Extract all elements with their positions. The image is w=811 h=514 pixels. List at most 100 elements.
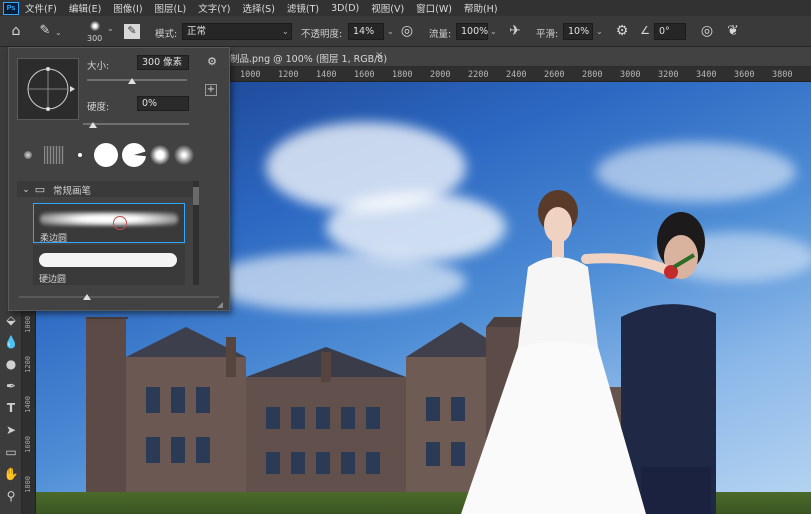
menu-edit[interactable]: 编辑(E)	[69, 1, 101, 15]
document-tab-bar: 制品.png @ 100% (图层 1, RGB/8) ×	[230, 47, 811, 67]
ruler-tick-label: 2600	[544, 70, 565, 80]
hard-stroke-preview	[39, 253, 177, 267]
brush-folder-general[interactable]: ⌄ ▭ 常规画笔	[17, 181, 193, 197]
airbrush-icon[interactable]: ✈	[507, 24, 523, 38]
cloud	[206, 252, 466, 312]
brush-preset-soft-round[interactable]: 柔边圆	[33, 203, 185, 244]
brush-preset-picker-button[interactable]	[86, 20, 104, 34]
brush-settings-panel-icon[interactable]: ✎	[124, 24, 140, 39]
angle-value: 0°	[659, 26, 670, 37]
size-slider-track[interactable]	[87, 79, 187, 81]
menu-type[interactable]: 文字(Y)	[198, 1, 230, 15]
blend-mode-select[interactable]: 正常	[182, 23, 292, 40]
brush-roundness-icon	[27, 67, 75, 111]
ruler-tick-label: 2200	[468, 70, 489, 80]
blend-mode-chevron-down-icon[interactable]: ⌄	[282, 27, 289, 36]
smoothing-input[interactable]: 10%	[563, 23, 593, 40]
preview-size-slider-track[interactable]	[19, 296, 219, 298]
menu-image[interactable]: 图像(I)	[113, 1, 142, 15]
ruler-tick-label: 1000	[240, 70, 261, 80]
menu-file[interactable]: 文件(F)	[25, 1, 57, 15]
ruler-tick-label: 3800	[772, 70, 793, 80]
ruler-tick-label: 1400	[24, 396, 32, 413]
folder-name: 常规画笔	[53, 186, 92, 197]
recent-brush-tip-3[interactable]	[69, 144, 91, 166]
flow-input[interactable]: 100%	[456, 23, 488, 40]
hardness-input[interactable]: 0%	[137, 96, 189, 111]
menu-view[interactable]: 视图(V)	[371, 1, 404, 15]
ruler-tick-label: 1600	[354, 70, 375, 80]
ruler-tick-label: 3200	[658, 70, 679, 80]
resize-grip-icon[interactable]: ◢	[215, 298, 225, 312]
pen-tool-icon[interactable]: ✒	[3, 378, 19, 394]
scrollbar-thumb[interactable]	[193, 187, 199, 205]
vertical-ruler: 1000 1200 1400 1600 1800	[22, 310, 36, 514]
size-slider-knob[interactable]	[128, 78, 136, 84]
rectangle-tool-icon[interactable]: ▭	[3, 444, 19, 460]
brush-preset-name: 硬边圆	[39, 275, 67, 285]
ruler-tick-label: 1000	[24, 316, 32, 333]
recent-brush-tip-6[interactable]	[149, 144, 171, 166]
brush-list-scrollbar[interactable]	[193, 181, 199, 285]
close-icon[interactable]: ×	[375, 50, 383, 61]
wedding-couple-photo-illustration	[461, 190, 716, 514]
brush-preset-picker-panel: 大小: 300 像素 ⚙ + 硬度: 0% ⌄ ▭ 常规画笔 柔边圆 硬边圆 ◢	[8, 47, 230, 311]
chevron-down-icon[interactable]: ⌄	[21, 183, 31, 197]
hand-tool-icon[interactable]: ✋	[3, 466, 19, 482]
gear-icon[interactable]: ⚙	[614, 24, 630, 38]
ruler-tick-label: 3400	[696, 70, 717, 80]
hardness-slider-track[interactable]	[83, 123, 189, 125]
hardness-slider-knob[interactable]	[89, 122, 97, 128]
home-icon[interactable]: ⌂	[8, 24, 24, 38]
smoothing-chevron-down-icon[interactable]: ⌄	[596, 27, 603, 36]
ruler-tick-label: 3000	[620, 70, 641, 80]
menu-window[interactable]: 窗口(W)	[416, 1, 452, 15]
size-label: 大小:	[87, 61, 110, 72]
gear-icon[interactable]: ⚙	[205, 55, 219, 69]
pressure-size-icon[interactable]: ◎	[699, 24, 715, 38]
paint-bucket-tool-icon[interactable]: ⬙	[3, 312, 19, 328]
path-selection-tool-icon[interactable]: ➤	[3, 422, 19, 438]
menu-filter[interactable]: 滤镜(T)	[287, 1, 319, 15]
flow-label: 流量:	[429, 29, 452, 40]
blur-tool-icon[interactable]: 💧	[3, 334, 19, 350]
ruler-tick-label: 1800	[392, 70, 413, 80]
zoom-tool-icon[interactable]: ⚲	[3, 488, 19, 504]
size-value: 300 像素	[142, 57, 183, 68]
document-tab-label[interactable]: 制品.png @ 100% (图层 1, RGB/8)	[230, 51, 387, 65]
flow-chevron-down-icon[interactable]: ⌄	[490, 27, 497, 36]
size-input[interactable]: 300 像素	[137, 55, 189, 70]
ruler-tick-label: 2000	[430, 70, 451, 80]
menu-help[interactable]: 帮助(H)	[464, 1, 498, 15]
recent-brush-tip-2[interactable]	[43, 144, 65, 166]
tool-preset-chevron-down-icon[interactable]: ⌄	[55, 28, 62, 37]
angle-input[interactable]: 0°	[654, 23, 686, 40]
brush-cursor-circle	[113, 216, 127, 230]
brush-picker-chevron-down-icon[interactable]: ⌄	[107, 24, 114, 33]
smoothing-value: 10%	[568, 26, 590, 37]
dodge-tool-icon[interactable]: ●	[3, 356, 19, 372]
recent-brush-tip-5[interactable]	[121, 142, 147, 168]
type-tool-icon[interactable]: T	[3, 400, 19, 416]
symmetry-butterfly-icon[interactable]: ❦	[725, 24, 741, 38]
menu-layer[interactable]: 图层(L)	[155, 1, 187, 15]
recent-brush-tip-4[interactable]	[93, 142, 119, 168]
photoshop-logo-icon: Ps	[3, 1, 19, 15]
menu-select[interactable]: 选择(S)	[242, 1, 274, 15]
angle-icon: ∠	[640, 24, 650, 37]
preview-size-slider-knob[interactable]	[83, 294, 91, 300]
opacity-chevron-down-icon[interactable]: ⌄	[387, 27, 394, 36]
ruler-tick-label: 1200	[24, 356, 32, 373]
brush-angle-preview[interactable]	[17, 58, 79, 120]
recent-brush-tip-1[interactable]	[17, 144, 39, 166]
recent-brush-tip-7[interactable]	[173, 144, 195, 166]
options-bar: ⌂ ✎ ⌄ 300 ⌄ ✎ 模式: 正常 ⌄ 不透明度: 14% ⌄ ◎ 流量:…	[0, 16, 811, 47]
new-preset-plus-icon[interactable]: +	[205, 84, 217, 96]
brush-tool-icon[interactable]: ✎	[38, 24, 52, 38]
flow-value: 100%	[461, 26, 489, 37]
brush-preset-hard-round[interactable]: 硬边圆	[33, 245, 185, 285]
pressure-opacity-icon[interactable]: ◎	[399, 24, 415, 38]
opacity-input[interactable]: 14%	[348, 23, 384, 40]
menu-3d[interactable]: 3D(D)	[331, 3, 359, 14]
soft-stroke-preview	[40, 212, 178, 226]
